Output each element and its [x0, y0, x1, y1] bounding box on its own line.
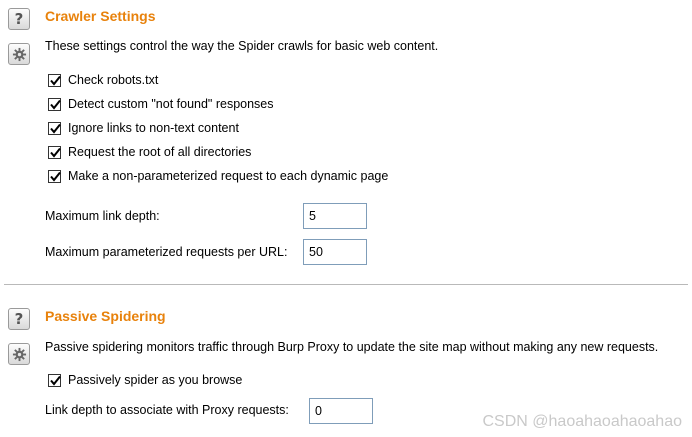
proxy-link-depth-input[interactable]: 0	[309, 398, 373, 424]
request-root-checkbox[interactable]	[48, 145, 61, 159]
passive-spidering-title: Passive Spidering	[45, 308, 166, 324]
max-link-depth-label: Maximum link depth:	[45, 209, 160, 223]
passive-spider-checkbox[interactable]	[48, 373, 61, 387]
non-parameterized-label: Make a non-parameterized request to each…	[68, 169, 389, 183]
ignore-non-text-checkbox[interactable]	[48, 121, 61, 135]
detect-not-found-label: Detect custom "not found" responses	[68, 97, 274, 111]
max-param-requests-label: Maximum parameterized requests per URL:	[45, 245, 288, 259]
passive-spider-option[interactable]: Passively spider as you browse	[48, 373, 242, 387]
detect-not-found-option[interactable]: Detect custom "not found" responses	[48, 97, 274, 111]
crawler-settings-description: These settings control the way the Spide…	[45, 39, 439, 53]
watermark-text: CSDN @haoahaoahaoahao	[482, 413, 683, 430]
crawler-settings-button[interactable]	[8, 43, 30, 65]
non-parameterized-checkbox[interactable]	[48, 169, 61, 183]
passive-settings-button[interactable]	[8, 343, 30, 365]
crawler-help-button[interactable]: ?	[8, 8, 30, 30]
proxy-link-depth-label: Link depth to associate with Proxy reque…	[45, 403, 289, 417]
max-link-depth-input[interactable]: 5	[303, 203, 367, 229]
passive-help-button[interactable]: ?	[8, 308, 30, 330]
check-robots-option[interactable]: Check robots.txt	[48, 73, 158, 87]
non-parameterized-option[interactable]: Make a non-parameterized request to each…	[48, 169, 388, 183]
passive-spidering-description: Passive spidering monitors traffic throu…	[45, 340, 659, 354]
check-robots-checkbox[interactable]	[48, 73, 61, 87]
gear-icon	[12, 347, 26, 361]
question-icon: ?	[14, 309, 24, 328]
section-divider	[4, 284, 688, 285]
request-root-option[interactable]: Request the root of all directories	[48, 145, 251, 159]
detect-not-found-checkbox[interactable]	[48, 97, 61, 111]
gear-icon	[12, 47, 26, 61]
passive-spider-label: Passively spider as you browse	[68, 373, 243, 387]
request-root-label: Request the root of all directories	[68, 145, 252, 159]
ignore-non-text-label: Ignore links to non-text content	[68, 121, 239, 135]
max-param-requests-input[interactable]: 50	[303, 239, 367, 265]
check-robots-label: Check robots.txt	[68, 73, 159, 87]
crawler-settings-title: Crawler Settings	[45, 8, 156, 24]
question-icon: ?	[14, 9, 24, 28]
ignore-non-text-option[interactable]: Ignore links to non-text content	[48, 121, 239, 135]
